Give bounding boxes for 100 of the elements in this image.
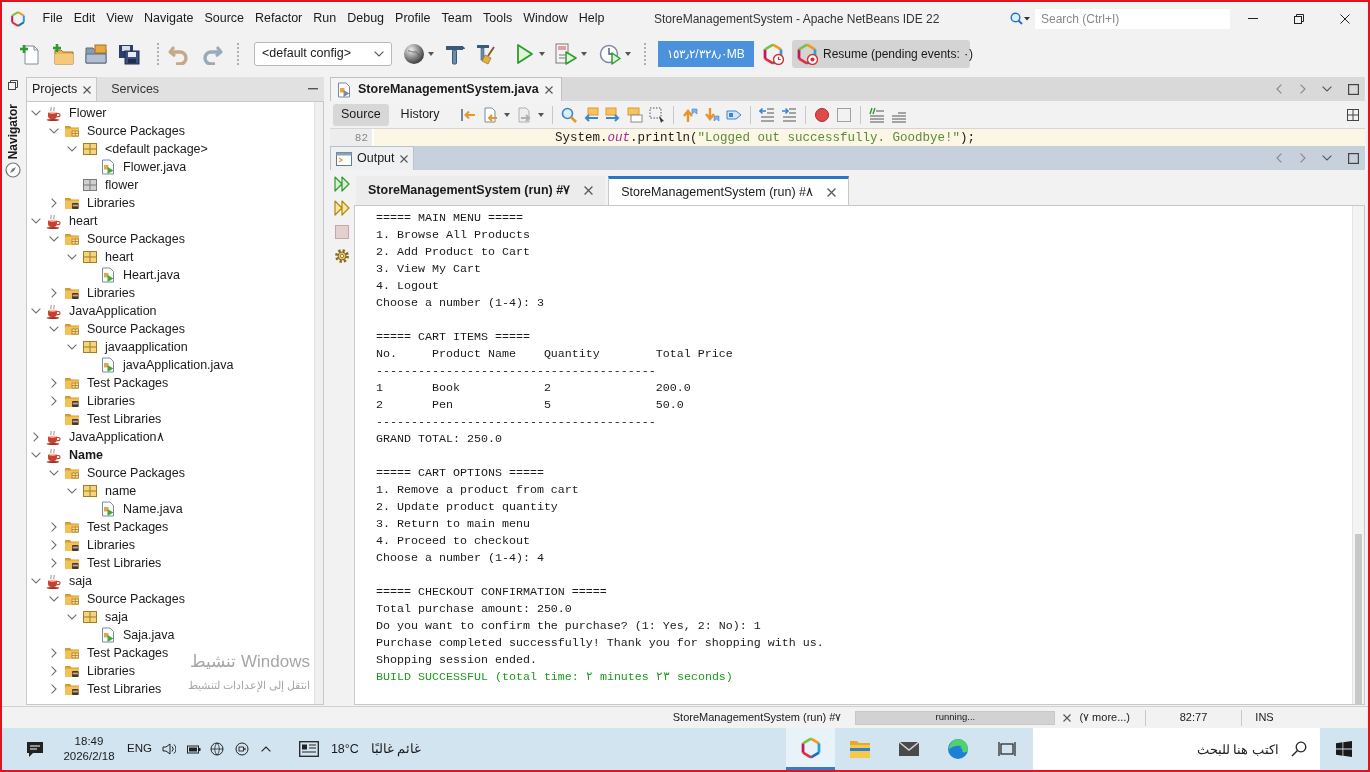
- menu-item[interactable]: Profile: [389, 9, 436, 28]
- hammer-broom-icon[interactable]: [476, 42, 498, 65]
- rectangle-selection-icon[interactable]: [648, 106, 665, 123]
- chevron-down-icon[interactable]: [31, 452, 41, 458]
- weather-temperature[interactable]: 18°C: [330, 739, 359, 759]
- tree-item[interactable]: saja: [69, 573, 92, 589]
- find-next-icon[interactable]: [604, 106, 621, 123]
- clock-time[interactable]: 18:49: [74, 734, 104, 749]
- maximize-icon[interactable]: [1348, 152, 1359, 164]
- chevron-right-icon[interactable]: [51, 522, 57, 532]
- chevron-down-icon[interactable]: [67, 614, 77, 620]
- tree-item[interactable]: Name: [69, 447, 104, 463]
- chevron-down-icon[interactable]: [374, 50, 384, 57]
- menu-item[interactable]: Edit: [68, 9, 101, 28]
- outdent-icon[interactable]: [758, 106, 775, 123]
- tree-item[interactable]: Test Packages: [87, 519, 169, 535]
- caret-down-icon[interactable]: [428, 51, 434, 56]
- gear-icon[interactable]: [334, 248, 350, 264]
- tree-item[interactable]: Libraries: [87, 285, 135, 301]
- menu-item[interactable]: View: [100, 9, 139, 28]
- more-tasks-link[interactable]: (٧ more...): [1079, 709, 1130, 726]
- tree-item[interactable]: Source Packages: [87, 591, 185, 607]
- chevron-right-icon[interactable]: [51, 666, 57, 676]
- debug-play-icon[interactable]: [555, 42, 577, 65]
- sphere-icon[interactable]: [403, 42, 425, 65]
- restore-icon[interactable]: [7, 80, 18, 90]
- run-tab[interactable]: StoreManagementSystem (run) #٧: [356, 176, 606, 205]
- tree-item[interactable]: Source Packages: [87, 465, 185, 481]
- caret-down-icon[interactable]: [581, 51, 587, 56]
- camera-icon[interactable]: [234, 742, 249, 756]
- chevron-down-icon[interactable]: [67, 254, 77, 260]
- tree-item[interactable]: JavaApplication: [69, 303, 157, 319]
- globe-icon[interactable]: [209, 742, 224, 756]
- caret-down-icon[interactable]: [625, 51, 631, 56]
- find-previous-icon[interactable]: [582, 106, 599, 123]
- tree-item[interactable]: Name.java: [123, 501, 183, 517]
- view-toggle[interactable]: History: [392, 103, 448, 126]
- chevron-down-icon[interactable]: [31, 578, 41, 584]
- browser-icon[interactable]: [946, 738, 969, 760]
- tree-item[interactable]: Libraries: [87, 537, 135, 553]
- weather-condition[interactable]: غائم غالبًا: [370, 739, 422, 759]
- chevron-down-icon[interactable]: [49, 128, 59, 134]
- tree-item[interactable]: javaApplication.java: [123, 357, 234, 373]
- tree-item[interactable]: Flower.java: [123, 159, 187, 175]
- menu-item[interactable]: Tools: [477, 9, 518, 28]
- windows-logo-icon[interactable]: [1336, 741, 1352, 757]
- floppy-disks-icon[interactable]: [118, 42, 140, 65]
- newspaper-icon[interactable]: [298, 741, 319, 757]
- chevron-right-icon[interactable]: [51, 648, 57, 658]
- menu-item[interactable]: Debug: [341, 9, 390, 28]
- chevron-down-icon[interactable]: [49, 470, 59, 476]
- chevron-down-icon[interactable]: [31, 308, 41, 314]
- search-icon[interactable]: [1010, 11, 1030, 26]
- chevron-down-icon[interactable]: [67, 146, 77, 152]
- chevron-down-icon[interactable]: [49, 326, 59, 332]
- tree-item[interactable]: Flower: [69, 105, 107, 121]
- folder-icon[interactable]: [848, 738, 871, 760]
- tree-item[interactable]: <default package>: [105, 141, 208, 157]
- tree-item[interactable]: Test Libraries: [87, 555, 162, 571]
- chevron-down-icon[interactable]: [1322, 155, 1332, 161]
- chevron-down-icon[interactable]: [31, 218, 41, 224]
- clock-play-icon[interactable]: [599, 42, 621, 65]
- tree-item[interactable]: Test Libraries: [87, 411, 162, 427]
- menu-item[interactable]: Navigate: [138, 9, 199, 28]
- output-tab[interactable]: Output: [330, 146, 414, 170]
- tree-item[interactable]: Test Libraries: [87, 681, 162, 697]
- tree-item[interactable]: name: [105, 483, 137, 499]
- tree-item[interactable]: flower: [105, 177, 139, 193]
- chevron-right-icon[interactable]: [51, 288, 57, 298]
- scrollbar[interactable]: [1352, 206, 1364, 704]
- navigator-tab[interactable]: Navigator: [3, 104, 22, 160]
- close-icon[interactable]: [1063, 713, 1072, 722]
- tree-item[interactable]: saja: [105, 609, 128, 625]
- chevron-right-icon[interactable]: [51, 378, 57, 388]
- caret-down-icon[interactable]: [539, 51, 545, 56]
- config-dropdown[interactable]: <default config>: [254, 41, 392, 66]
- chevron-right-icon[interactable]: [51, 396, 57, 406]
- chevron-right-icon[interactable]: [33, 432, 39, 442]
- chevron-down-icon[interactable]: [49, 596, 59, 602]
- record-icon[interactable]: [813, 106, 830, 123]
- tree-item[interactable]: Heart.java: [123, 267, 180, 283]
- battery-icon[interactable]: [186, 742, 201, 756]
- notification-icon[interactable]: [26, 740, 44, 758]
- arrow-to-bar-icon[interactable]: [459, 106, 476, 123]
- tree-item[interactable]: Saja.java: [123, 627, 175, 643]
- taskbar-app[interactable]: [786, 728, 835, 770]
- panel-tab[interactable]: Services: [97, 77, 174, 101]
- chevron-right-icon[interactable]: [51, 558, 57, 568]
- indent-icon[interactable]: [780, 106, 797, 123]
- tree-item[interactable]: Source Packages: [87, 123, 185, 139]
- tree-item[interactable]: Test Packages: [87, 375, 169, 391]
- close-icon[interactable]: [544, 85, 553, 94]
- scrollbar[interactable]: [314, 102, 323, 704]
- tree-item[interactable]: Source Packages: [87, 321, 185, 337]
- folder-icon[interactable]: [85, 42, 107, 65]
- caret-down-icon[interactable]: [503, 112, 510, 117]
- close-icon[interactable]: [83, 85, 92, 94]
- tree-item[interactable]: Libraries: [87, 663, 135, 679]
- tree-item[interactable]: Libraries: [87, 195, 135, 211]
- new-folder-icon[interactable]: [52, 42, 74, 65]
